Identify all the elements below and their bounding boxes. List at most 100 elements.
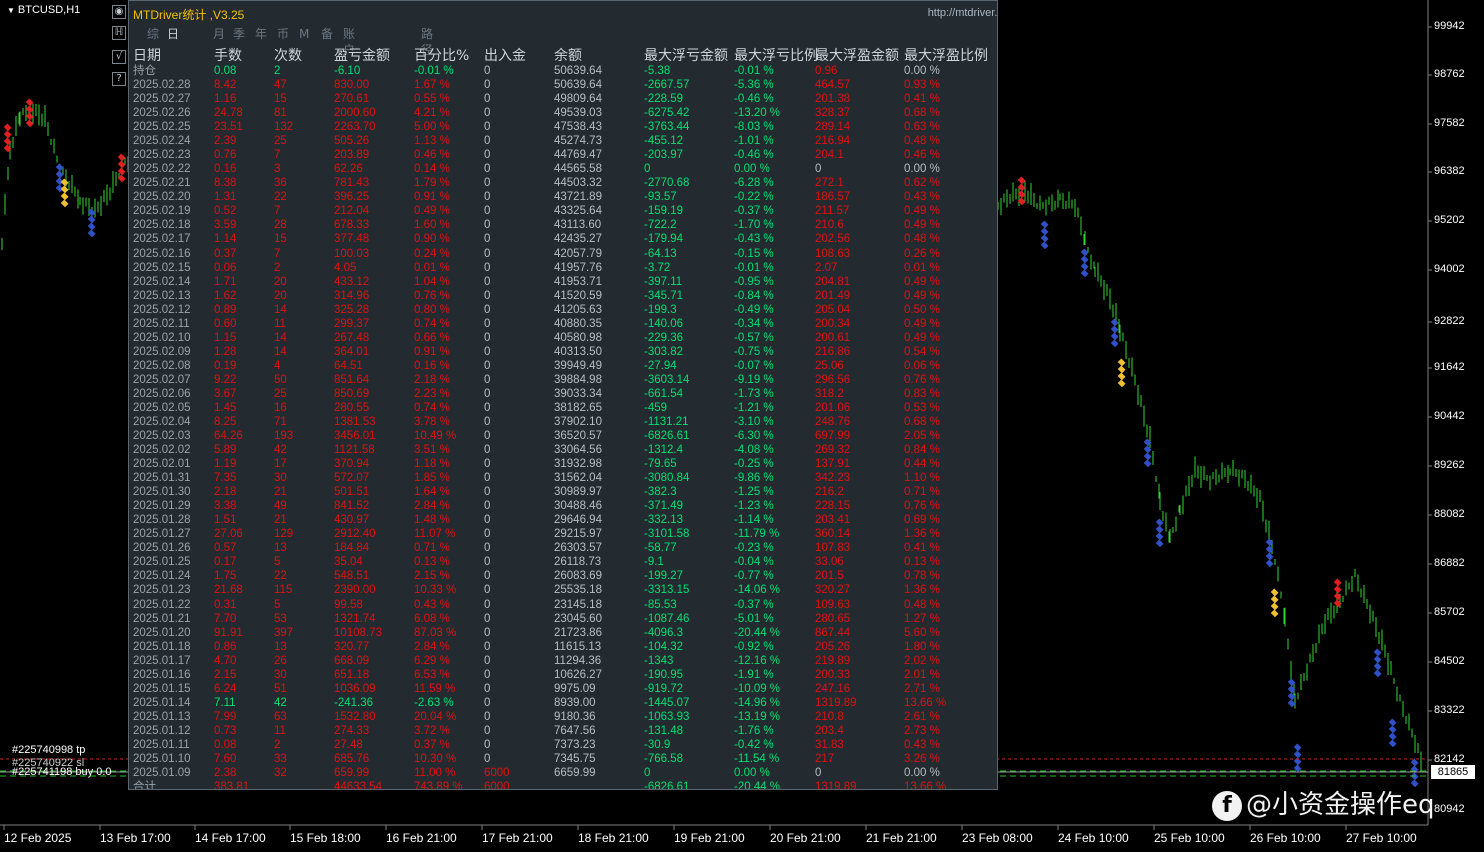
trade-marker: [1080, 255, 1089, 264]
column-header[interactable]: 手数: [214, 48, 242, 64]
table-cell: 62.26: [334, 163, 363, 176]
tab-3[interactable]: 季: [233, 26, 245, 42]
column-header[interactable]: 次数: [274, 48, 302, 64]
column-header[interactable]: 最大浮亏比例: [734, 48, 818, 64]
table-cell: 5: [274, 598, 281, 611]
column-header[interactable]: 日期: [133, 48, 161, 64]
table-cell: 8.38: [214, 177, 237, 190]
column-header[interactable]: 百分比%: [414, 48, 469, 64]
y-axis-label: 83322: [1434, 704, 1465, 716]
tab-2[interactable]: 月: [213, 26, 225, 42]
column-header[interactable]: 最大浮盈比例: [904, 48, 988, 64]
table-cell: 30: [274, 472, 287, 485]
table-cell: 0.26 %: [904, 247, 940, 260]
table-cell: 0.83 %: [904, 387, 940, 400]
table-cell: 31.83: [815, 738, 844, 751]
column-header[interactable]: 最大浮盈金额: [815, 48, 899, 64]
column-header[interactable]: 盈亏金额: [334, 48, 390, 64]
table-cell: 0: [484, 345, 491, 358]
table-cell: 1.36 %: [904, 584, 940, 597]
table-cell: 9.22: [214, 373, 237, 386]
row-date: 2025.02.13: [133, 289, 191, 302]
column-header[interactable]: 余额: [554, 48, 582, 64]
y-axis-label: 99942: [1434, 20, 1465, 32]
column-header[interactable]: 出入金: [484, 48, 526, 64]
table-cell: 7.70: [214, 612, 237, 625]
x-axis-label: 15 Feb 18:00: [290, 831, 361, 845]
table-cell: -6275.42: [644, 107, 690, 120]
table-cell: 0.06 %: [904, 359, 940, 372]
table-cell: -1.70 %: [734, 219, 774, 232]
table-cell: -0.95 %: [734, 275, 774, 288]
y-axis-label: 80942: [1434, 803, 1465, 815]
symbol-label[interactable]: ▼ BTCUSD,H1: [7, 4, 80, 16]
panel-url-link[interactable]: http://mtdriver.cn: [928, 7, 997, 19]
table-cell: 0.89: [214, 303, 237, 316]
panel-mode-button[interactable]: ℍ: [112, 26, 126, 40]
table-cell: -397.11: [644, 275, 683, 288]
table-cell: -9.1: [644, 556, 664, 569]
table-cell: 29215.97: [554, 528, 602, 541]
tab-6[interactable]: M: [299, 26, 309, 42]
table-cell: -6826.61: [644, 430, 690, 443]
table-cell: 7.99: [214, 710, 237, 723]
table-cell: -0.04 %: [734, 556, 774, 569]
table-cell: -1.25 %: [734, 486, 774, 499]
table-cell: 0.37: [214, 247, 237, 260]
panel-toggle-button[interactable]: ◉: [112, 5, 126, 19]
table-cell: 204.81: [815, 275, 851, 288]
table-cell: -2.63 %: [414, 696, 454, 709]
row-date: 2025.02.03: [133, 430, 191, 443]
table-cell: 0.55 %: [414, 93, 450, 106]
table-cell: 2.05 %: [904, 430, 940, 443]
table-cell: 0: [484, 135, 491, 148]
table-cell: 40313.50: [554, 345, 602, 358]
trade-marker: [1293, 743, 1302, 752]
table-cell: -0.01 %: [414, 65, 454, 77]
dropdown-triangle-icon[interactable]: ▼: [7, 6, 15, 15]
tab-7[interactable]: 备: [321, 26, 333, 42]
table-cell: 0.76: [214, 149, 237, 162]
table-cell: 43325.64: [554, 205, 602, 218]
tab-4[interactable]: 年: [255, 26, 267, 42]
x-axis-label: 26 Feb 10:00: [1250, 831, 1321, 845]
order-label-buy[interactable]: #225741198 buy 0.0: [12, 766, 112, 778]
table-cell: 370.94: [334, 458, 370, 471]
panel-check-button[interactable]: √: [112, 50, 126, 64]
column-header[interactable]: 最大浮亏金额: [644, 48, 728, 64]
table-cell: 33064.56: [554, 444, 602, 457]
table-cell: 21: [274, 514, 287, 527]
table-cell: 396.25: [334, 191, 370, 204]
table-cell: 0: [484, 93, 491, 106]
table-cell: 210.6: [815, 219, 844, 232]
row-date: 2025.02.26: [133, 107, 191, 120]
row-date: 2025.01.17: [133, 654, 191, 667]
tab-5[interactable]: 币: [277, 26, 289, 42]
table-cell: 0.57: [214, 542, 237, 555]
table-cell: 25.06: [815, 359, 844, 372]
panel-help-button[interactable]: ?: [112, 72, 126, 86]
table-cell: 1.45: [214, 401, 237, 414]
table-cell: 0.00 %: [904, 767, 940, 779]
table-cell: 0.93 %: [904, 79, 940, 92]
table-cell: 0: [484, 401, 491, 414]
tab-0[interactable]: 综: [147, 26, 159, 42]
table-cell: 4.70: [214, 654, 237, 667]
row-date: 2025.01.22: [133, 598, 191, 611]
table-cell: 274.33: [334, 724, 370, 737]
table-cell: 0.49 %: [904, 289, 940, 302]
table-cell: 659.99: [334, 767, 370, 779]
table-cell: 21: [274, 486, 287, 499]
table-cell: 0: [484, 430, 491, 443]
table-cell: 360.14: [815, 528, 851, 541]
table-cell: 501.51: [334, 486, 370, 499]
order-label-tp[interactable]: #225740998 tp: [12, 744, 85, 756]
table-cell: -1.14 %: [734, 514, 774, 527]
table-cell: 50639.64: [554, 79, 602, 92]
tab-1[interactable]: 日: [167, 26, 179, 42]
trade-marker: [1117, 379, 1126, 388]
table-cell: 7: [274, 149, 281, 162]
table-cell: 8.25: [214, 416, 237, 428]
table-cell: 210.8: [815, 710, 844, 723]
table-cell: 1.48 %: [414, 514, 450, 527]
